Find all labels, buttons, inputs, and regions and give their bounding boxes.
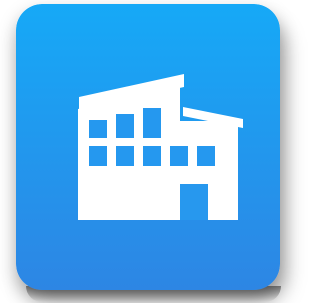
window — [89, 120, 107, 138]
window — [197, 146, 215, 166]
window — [116, 146, 134, 166]
app-tile-building[interactable] — [16, 4, 280, 290]
window — [170, 146, 188, 166]
window — [116, 114, 134, 138]
window — [143, 108, 161, 138]
app-icon-canvas — [0, 0, 286, 303]
window — [89, 146, 107, 166]
window — [143, 146, 161, 166]
door — [180, 184, 208, 220]
building-icon — [16, 4, 280, 290]
